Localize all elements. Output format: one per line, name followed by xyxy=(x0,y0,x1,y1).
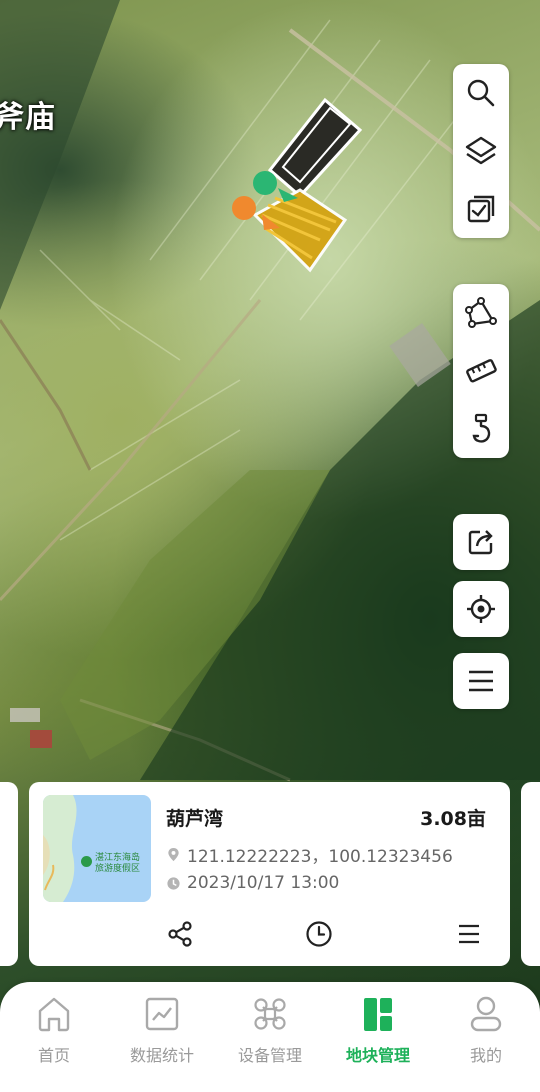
field-card[interactable]: 湛江东海岛 旅游度假区 葫芦湾 3.08亩 121.12222223，100.1… xyxy=(29,782,510,966)
share-button[interactable] xyxy=(162,916,198,952)
locate-button[interactable] xyxy=(461,589,501,629)
layers-button[interactable] xyxy=(461,131,501,171)
poi-icon xyxy=(81,856,92,867)
coordinates-row: 121.12222223，100.12323456 xyxy=(166,842,453,867)
menu-icon xyxy=(469,670,493,692)
time-icon xyxy=(167,876,180,890)
nav-label-fields: 地块管理 xyxy=(345,1046,410,1065)
field-datetime: 2023/10/17 13:00 xyxy=(187,873,340,893)
layers-icon xyxy=(465,136,497,165)
checklist-icon xyxy=(467,195,495,223)
nav-item-fields[interactable]: 地块管理 xyxy=(324,994,432,1074)
crosshair-icon xyxy=(467,595,495,623)
search-icon xyxy=(467,79,495,107)
export-group xyxy=(453,514,509,570)
nav-label-home: 首页 xyxy=(37,1046,70,1065)
datetime-row: 2023/10/17 13:00 xyxy=(166,873,339,893)
nav-item-devices[interactable]: 设备管理 xyxy=(216,994,324,1074)
home-icon xyxy=(38,997,70,1032)
thumbnail-poi: 湛江东海岛 旅游度假区 xyxy=(81,853,140,875)
edit-tools-group xyxy=(453,284,509,458)
draw-polygon-button[interactable] xyxy=(461,293,501,333)
field-card-actions xyxy=(29,916,510,952)
nav-label-profile: 我的 xyxy=(469,1046,502,1065)
nav-item-profile[interactable]: 我的 xyxy=(432,994,540,1074)
drone-icon xyxy=(254,998,286,1030)
history-button[interactable] xyxy=(301,916,337,952)
user-icon xyxy=(470,996,502,1032)
select-fields-button[interactable] xyxy=(461,189,501,229)
menu-icon xyxy=(459,924,479,944)
field-coordinates: 121.12222223，100.12323456 xyxy=(187,847,453,867)
previous-field-card[interactable] xyxy=(0,782,18,966)
clock-icon xyxy=(306,921,332,947)
field-thumbnail[interactable]: 湛江东海岛 旅游度假区 xyxy=(43,795,151,902)
poi-label-line1: 湛江东海岛 xyxy=(95,853,141,863)
export-icon xyxy=(468,530,493,555)
nav-label-devices: 设备管理 xyxy=(237,1046,302,1065)
end-marker[interactable] xyxy=(232,196,256,220)
nav-item-home[interactable]: 首页 xyxy=(0,994,108,1074)
map-tools-group xyxy=(453,64,509,238)
export-button[interactable] xyxy=(461,522,501,562)
chart-icon xyxy=(145,997,179,1031)
menu-group xyxy=(453,653,509,709)
search-button[interactable] xyxy=(461,73,501,113)
field-name: 葫芦湾 xyxy=(166,808,224,830)
measure-button[interactable] xyxy=(461,351,501,391)
location-pin-icon xyxy=(168,847,179,862)
map-place-label: 斧庙 xyxy=(0,100,56,135)
poi-label-line2: 旅游度假区 xyxy=(95,864,141,874)
nav-item-statistics[interactable]: 数据统计 xyxy=(108,994,216,1074)
field-area: 3.08亩 xyxy=(420,808,486,830)
start-marker[interactable] xyxy=(253,171,277,195)
map-menu-button[interactable] xyxy=(461,661,501,701)
next-field-card[interactable] xyxy=(521,782,540,966)
nav-label-statistics: 数据统计 xyxy=(129,1046,194,1065)
locate-group xyxy=(453,581,509,637)
hook-icon xyxy=(472,413,491,443)
hook-button[interactable] xyxy=(461,409,501,449)
field-block-icon xyxy=(364,998,392,1031)
bottom-navigation: 首页 数据统计 设备管理 地块管理 我的 xyxy=(0,982,540,1092)
polygon-draw-icon xyxy=(465,297,497,328)
share-icon xyxy=(168,921,192,947)
ruler-icon xyxy=(466,359,497,383)
field-menu-button[interactable] xyxy=(451,916,487,952)
